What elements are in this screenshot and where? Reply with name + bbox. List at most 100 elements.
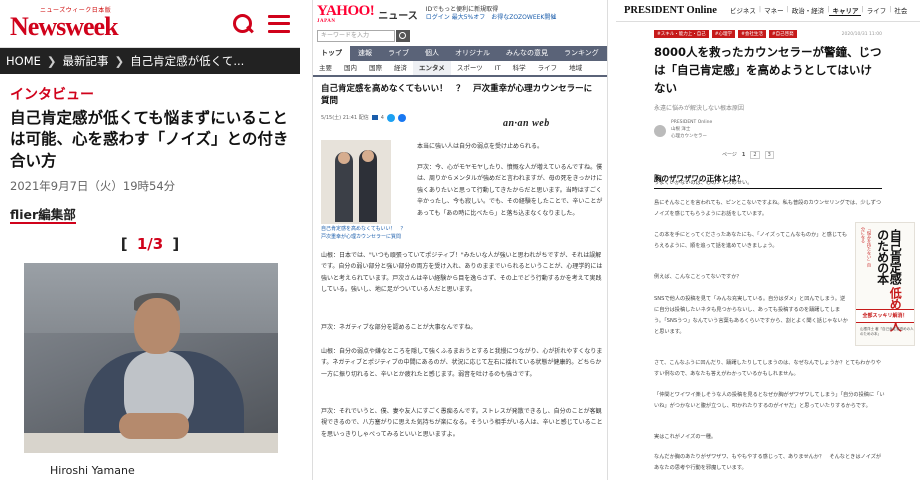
tag[interactable]: #心理学 — [711, 30, 736, 38]
president-online-page: PRESIDENT Online ビジネス | マネー | 政治・経済 | キャリア |… — [616, 0, 920, 480]
site-header: PRESIDENT Online ビジネス | マネー | 政治・経済 | キャリア |… — [616, 0, 920, 22]
main-nav: ビジネス | マネー | 政治・経済 | キャリア | ライフ | 社会 — [727, 5, 911, 16]
page-link[interactable]: 2 — [750, 150, 760, 159]
tab-economy[interactable]: 経済 — [388, 61, 413, 75]
nav-item-business[interactable]: ビジネス — [727, 5, 759, 16]
author-link[interactable]: flier編集部 — [10, 207, 76, 225]
facebook-icon[interactable] — [397, 113, 406, 122]
nav-item-society[interactable]: 社会 — [891, 5, 910, 16]
tab-region[interactable]: 地域 — [563, 61, 588, 75]
author-info: PRESIDENT Online 山根 洋士 心理カウンセラー — [671, 120, 712, 140]
source-logo: an·an web — [503, 118, 550, 129]
article-paragraph: 戸次：今、心がモヤモヤしたり、憤慨な人が増えているんですね。僕は、周りからメンタ… — [417, 164, 603, 217]
tag[interactable]: #会社生活 — [738, 30, 766, 38]
newsweek-logo[interactable]: ニューズウィーク日本版 Newsweek — [10, 7, 119, 41]
chevron-right-icon: ❯ — [114, 54, 125, 68]
page-link[interactable]: 1 — [742, 152, 745, 158]
nav-item-ranking[interactable]: ランキング — [556, 46, 607, 61]
search-icon[interactable] — [396, 30, 410, 42]
tab-it[interactable]: IT — [489, 61, 507, 75]
president-logo[interactable]: PRESIDENT Online — [624, 5, 717, 16]
breadcrumb-current: 自己肯定感が低くて... — [130, 54, 245, 68]
twitter-icon[interactable] — [386, 113, 395, 122]
tab-entertainment[interactable]: エンタメ — [413, 61, 451, 75]
article-date: 2021年9月7日（火）19時54分 — [10, 179, 176, 194]
article-title: 自己肯定感が低くても悩まずにいることは可能、心を惑わす「ノイズ」との付き合い方 — [10, 109, 289, 170]
nav-item-money[interactable]: マネー — [761, 5, 787, 16]
comment-count[interactable]: 4 — [381, 115, 384, 121]
book-title-part: のための本 — [875, 229, 890, 284]
tab-science[interactable]: 科学 — [507, 61, 532, 75]
article-paragraph: さて、こんなふうに凹んだり、躊躇したりしてしまうのは、なぜなんでしょうか？とても… — [654, 360, 881, 377]
logo-text: Newsweek — [10, 11, 119, 41]
nav-item-opinions[interactable]: みんなの意見 — [498, 46, 556, 61]
tab-sports[interactable]: スポーツ — [451, 61, 489, 75]
author-name[interactable]: 山根 洋士 — [671, 127, 712, 134]
site-header: YAHOO! JAPAN ニュース IDでもっと便利に新規取得 ログイン 最大5… — [313, 0, 607, 28]
article-paragraph: 山根：自分の弱点や嫌なところを隠して強くふるまおうとすると我慢につながり、心が折… — [321, 348, 603, 378]
tag[interactable]: #自己啓発 — [768, 30, 797, 38]
breadcrumb-home[interactable]: HOME — [6, 54, 41, 68]
yahoo-logo[interactable]: YAHOO! JAPAN — [317, 3, 375, 25]
nav-item-career[interactable]: キャリア — [829, 5, 862, 16]
avatar[interactable] — [654, 124, 666, 137]
photo-caption-link[interactable]: 自己肯定感を高めなくてもいい！ ？ 戸次重幸が心理カウンセラーに質問 — [321, 226, 411, 241]
hamburger-menu-icon[interactable] — [268, 14, 290, 33]
tab-life[interactable]: ライフ — [532, 61, 564, 75]
article-paragraph: 本当に強い人は自分の弱点を受け止められる。 — [417, 143, 544, 150]
search-bar: キーワードを入力 — [313, 28, 607, 46]
search-input[interactable]: キーワードを入力 — [317, 30, 395, 42]
main-nav: トップ 速報 ライブ 個人 オリジナル みんなの意見 ランキング 有料 — [313, 46, 607, 61]
author-block: PRESIDENT Online 山根 洋士 心理カウンセラー — [616, 112, 920, 140]
article-photo[interactable] — [321, 140, 391, 224]
article-subtitle: 永遠に悩みが解決しない根本原因 — [654, 105, 745, 113]
tab-international[interactable]: 国際 — [363, 61, 388, 75]
article-paragraph: 例えば、こんなことってないですか？ — [654, 274, 742, 280]
nav-item-breaking[interactable]: 速報 — [350, 46, 380, 61]
nav-item-paid[interactable]: 有料 — [607, 46, 608, 61]
logo-text: YAHOO! — [317, 3, 375, 19]
nav-item-politics[interactable]: 政治・経済 — [789, 5, 828, 16]
article-category: インタビュー — [10, 87, 94, 103]
article-date: 2020/10/31 11:00 — [841, 31, 882, 37]
book-title-part: 自己肯定感 — [888, 229, 903, 284]
logo-subtitle: JAPAN — [317, 19, 336, 24]
pager-label: ページ — [722, 152, 737, 159]
comment-icon[interactable] — [371, 115, 378, 121]
promo-text: IDでもっと便利に新規取得 ログイン 最大5%オフ お得なZOZOWEEK開催 — [426, 6, 557, 23]
tag-list: #スキル・能力上・自己 #心理学 #会社生活 #自己啓発 2020/10/31 … — [616, 22, 920, 38]
article-paragraph: SNSで他人の投稿を見て「みんな充実している。自分はダメ」と凹んでしまう。逆に自… — [654, 296, 848, 335]
newsweek-page: ニューズウィーク日本版 Newsweek HOME ❯ 最新記事 ❯ 自己肯定感… — [0, 0, 300, 480]
category-nav: 主要 国内 国際 経済 エンタメ スポーツ IT 科学 ライフ 地域 — [313, 61, 607, 77]
article-paragraph: 実はこれがノイズの一種。 — [654, 434, 717, 440]
nav-item-live[interactable]: ライブ — [380, 46, 417, 61]
tab-main[interactable]: 主要 — [313, 61, 338, 75]
page-link[interactable]: 3 — [764, 150, 774, 159]
nav-item-individual[interactable]: 個人 — [417, 46, 447, 61]
section-name[interactable]: ニュース — [378, 7, 418, 22]
tab-domestic[interactable]: 国内 — [338, 61, 363, 75]
article-paragraph: 戸次：それでいうと、僕、妻や友人にすごく愚痴るんです。ストレスが発散できるし、自… — [321, 408, 603, 438]
nav-item-original[interactable]: オリジナル — [447, 46, 498, 61]
nav-item-top[interactable]: トップ — [313, 46, 350, 61]
promo-line-2[interactable]: ログイン 最大5%オフ お得なZOZOWEEK開催 — [426, 14, 557, 22]
site-header: ニューズウィーク日本版 Newsweek — [0, 0, 300, 48]
pagination: ページ 1 2 3 — [616, 141, 920, 159]
book-tagline: 「悩みを持たない」自分になる — [861, 227, 872, 267]
header-icons — [232, 13, 290, 35]
article-date: 5/15(土) 21:41 配信 — [321, 115, 369, 122]
tag[interactable]: #スキル・能力上・自己 — [654, 30, 709, 38]
article-paragraph: 山根：日本では、"いつも頑張っていてポジティブ！"みたいな人が強いと思われがちで… — [321, 252, 603, 294]
page-indicator: [ 1/3 ] — [0, 223, 300, 253]
article-paragraph: なんだか胸のあたりがザワザワ、もやもやする感じって、ありませんか？ そんなときは… — [654, 454, 882, 471]
photo-caption: Hiroshi Yamane — [50, 464, 135, 477]
nav-item-life[interactable]: ライフ — [864, 5, 890, 16]
breadcrumb-latest[interactable]: 最新記事 — [63, 53, 109, 69]
book-cover-image[interactable]: 「悩みを持たない」自分になる 自己肯定感 低めの人 のための本 全部スッキリ解消… — [855, 222, 915, 346]
article-paragraph: 「仲間とワイワイ楽しそうな人の投稿を見るとなぜか胸がザワザワしてしまう」「自分の… — [654, 392, 885, 409]
promo-line-1[interactable]: IDでもっと便利に新規取得 — [426, 6, 557, 14]
chevron-right-icon: ❯ — [46, 54, 57, 68]
pager-current: 1/3 — [136, 235, 164, 254]
search-icon[interactable] — [232, 13, 254, 35]
yahoo-news-page: YAHOO! JAPAN ニュース IDでもっと便利に新規取得 ログイン 最大5… — [312, 0, 608, 480]
